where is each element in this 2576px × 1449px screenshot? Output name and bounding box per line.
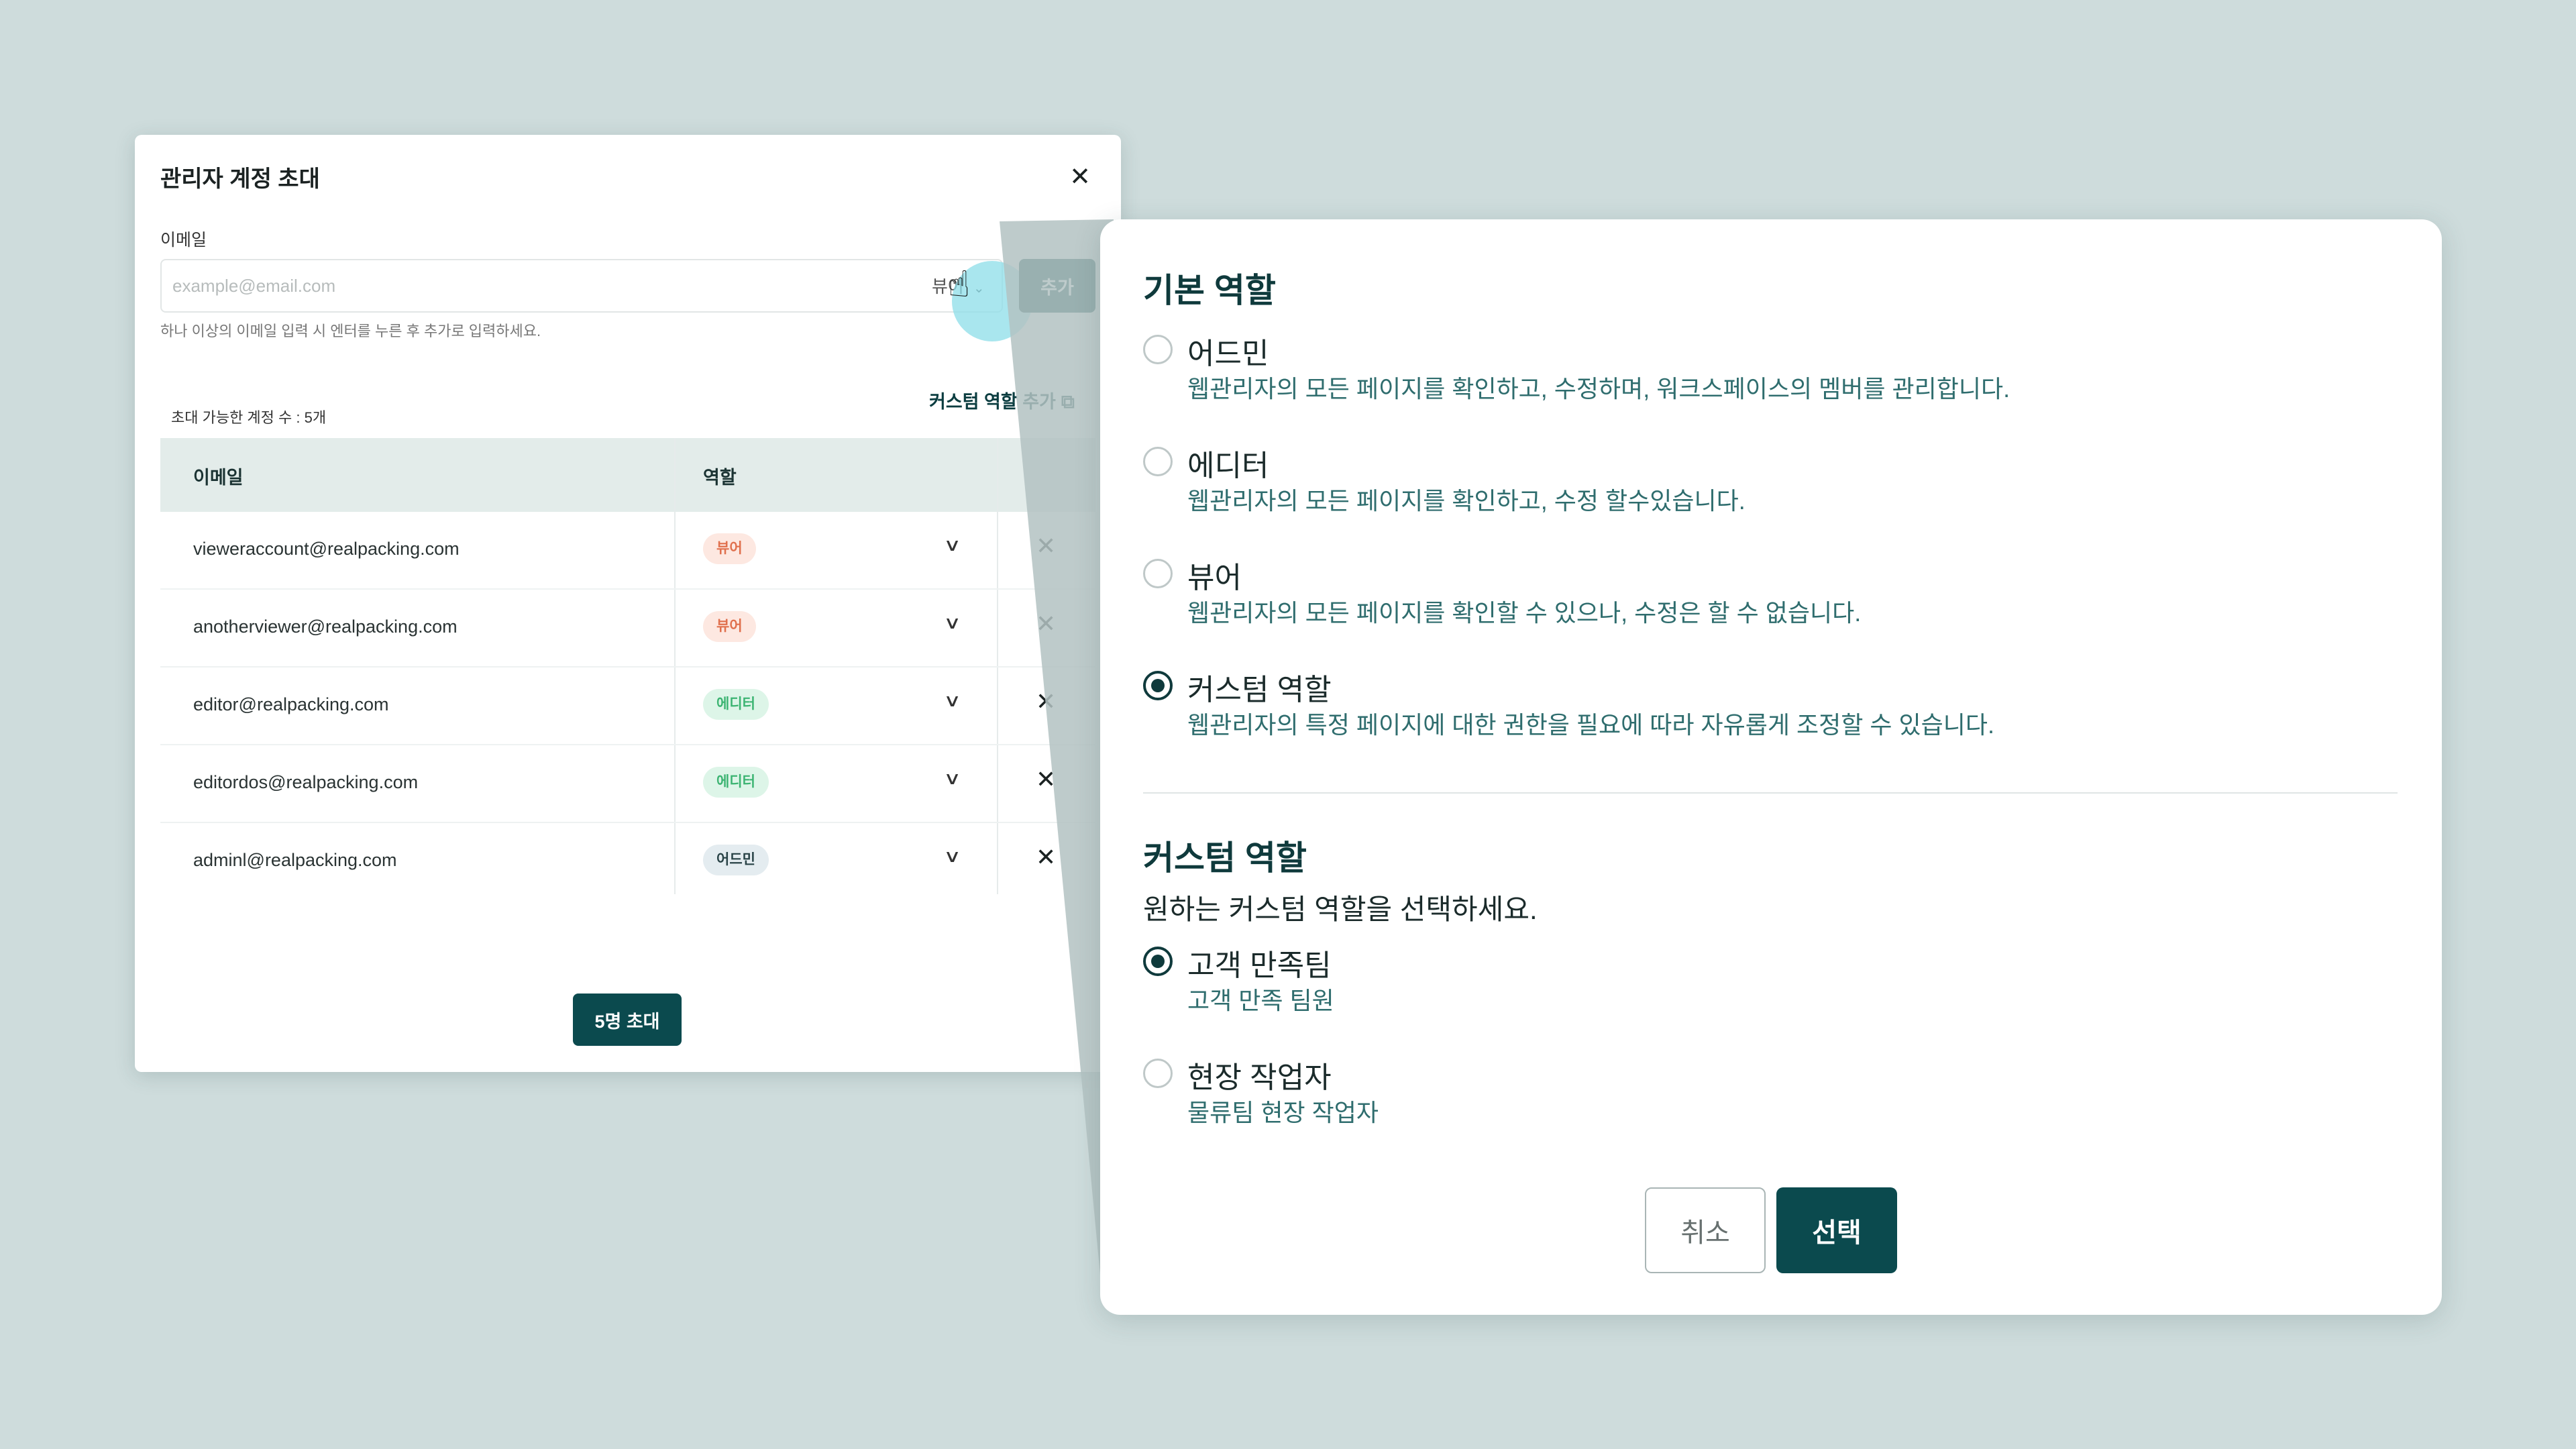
header-email: 이메일 (193, 468, 244, 488)
section-divider (1143, 792, 2398, 794)
role-badge-viewer: 뷰어 (703, 533, 756, 564)
radio-button-selected[interactable] (1143, 947, 1173, 976)
table-row: editordos@realpacking.com 에디터 ∨ ✕ (160, 745, 1095, 823)
chevron-down-icon[interactable]: ∨ (943, 846, 961, 867)
external-link-icon: ⧉ (1061, 391, 1075, 412)
radio-button-selected[interactable] (1143, 671, 1173, 700)
basic-role-heading: 기본 역할 (1143, 272, 1276, 309)
invite-dialog: 관리자 계정 초대 ✕ 이메일 뷰어⌄ ☝ 추가 하나 이상의 이메일 입력 시… (135, 135, 1121, 1072)
custom-role-link[interactable]: 커스텀 역할 추가 ⧉ (929, 387, 1075, 413)
close-icon[interactable]: ✕ (1065, 162, 1095, 193)
option-description: 웹관리자의 모든 페이지를 확인할 수 있으나, 수정은 할 수 없습니다. (1187, 599, 1862, 627)
remove-icon[interactable]: ✕ (1036, 688, 1056, 716)
row-email: editor@realpacking.com (193, 694, 389, 714)
role-badge-editor: 에디터 (703, 767, 769, 798)
chevron-down-icon[interactable]: ∨ (943, 768, 961, 789)
option-title: 에디터 (1187, 449, 1269, 482)
email-input[interactable] (160, 259, 1003, 313)
table-row: editor@realpacking.com 에디터 ∨ ✕ (160, 667, 1095, 745)
radio-button[interactable] (1143, 559, 1173, 588)
remove-icon[interactable]: ✕ (1036, 532, 1056, 560)
available-count: 초대 가능한 계정 수 : 5개 (171, 409, 327, 426)
invite-table: 이메일 역할 vieweraccount@realpacking.com 뷰어 … (160, 438, 1095, 900)
hand-pointer-icon: ☝ (948, 264, 970, 305)
option-description: 고객 만족 팀원 (1187, 987, 1334, 1014)
chevron-down-icon[interactable]: ∨ (943, 612, 961, 633)
row-email: vieweraccount@realpacking.com (193, 539, 460, 559)
radio-button[interactable] (1143, 447, 1173, 476)
header-role: 역할 (703, 468, 737, 488)
table-row: anotherviewer@realpacking.com 뷰어 ∨ ✕ (160, 590, 1095, 667)
role-badge-admin: 어드민 (703, 845, 769, 875)
remove-icon[interactable]: ✕ (1036, 610, 1056, 638)
row-email: editordos@realpacking.com (193, 772, 419, 792)
role-badge-viewer: 뷰어 (703, 611, 756, 642)
chevron-down-icon[interactable]: ∨ (943, 535, 961, 555)
option-title: 현장 작업자 (1187, 1061, 1332, 1094)
table-header: 이메일 역할 (160, 438, 1095, 512)
add-button[interactable]: 추가 (1019, 259, 1095, 313)
row-email: adminl@realpacking.com (193, 850, 397, 870)
invite-button[interactable]: 5명 초대 (573, 994, 682, 1046)
custom-role-heading: 커스텀 역할 (1143, 839, 1307, 877)
radio-button[interactable] (1143, 335, 1173, 364)
radio-button[interactable] (1143, 1059, 1173, 1088)
table-row: vieweraccount@realpacking.com 뷰어 ∨ ✕ (160, 512, 1095, 590)
row-email: anotherviewer@realpacking.com (193, 616, 458, 637)
cancel-button[interactable]: 취소 (1645, 1187, 1766, 1273)
option-description: 웹관리자의 모든 페이지를 확인하고, 수정하며, 워크스페이스의 멤버를 관리… (1187, 375, 2010, 402)
dialog-title: 관리자 계정 초대 (160, 166, 320, 192)
chevron-down-icon[interactable]: ∨ (943, 690, 961, 711)
option-title: 뷰어 (1187, 561, 1242, 594)
option-description: 웹관리자의 특정 페이지에 대한 권한을 필요에 따라 자유롭게 조정할 수 있… (1187, 711, 1994, 739)
option-description: 물류팀 현장 작업자 (1187, 1099, 1379, 1126)
role-badge-editor: 에디터 (703, 689, 769, 720)
select-button[interactable]: 선택 (1776, 1187, 1897, 1273)
email-label: 이메일 (160, 231, 207, 250)
custom-role-link-label: 커스텀 역할 추가 (929, 392, 1056, 412)
option-title: 어드민 (1187, 337, 1269, 370)
remove-icon[interactable]: ✕ (1036, 765, 1056, 794)
remove-icon[interactable]: ✕ (1036, 843, 1056, 871)
option-title: 고객 만족팀 (1187, 949, 1332, 982)
custom-role-subtitle: 원하는 커스텀 역할을 선택하세요. (1143, 894, 1538, 925)
option-description: 웹관리자의 모든 페이지를 확인하고, 수정 할수있습니다. (1187, 487, 1746, 515)
option-title: 커스텀 역할 (1187, 674, 1332, 706)
role-selection-panel: 기본 역할 어드민 웹관리자의 모든 페이지를 확인하고, 수정하며, 워크스페… (1100, 219, 2442, 1315)
table-row: adminl@realpacking.com 어드민 ∨ ✕ (160, 823, 1095, 900)
email-hint: 하나 이상의 이메일 입력 시 엔터를 누른 후 추가로 입력하세요. (160, 323, 541, 339)
